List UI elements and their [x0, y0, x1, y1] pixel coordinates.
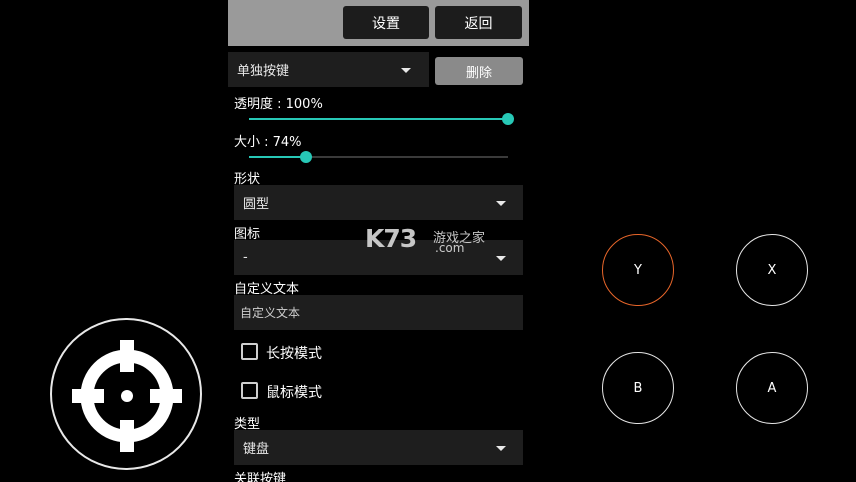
- delete-button[interactable]: 删除: [435, 57, 523, 85]
- crosshair-icon: [72, 340, 182, 452]
- b-button[interactable]: B: [602, 352, 674, 424]
- type-select-value: 键盘: [243, 442, 270, 457]
- mode-select-value: 单独按键: [237, 64, 290, 79]
- checkbox-box[interactable]: [241, 382, 258, 399]
- settings-button[interactable]: 设置: [343, 6, 429, 39]
- chevron-down-icon: [496, 256, 506, 261]
- icon-select-value: -: [243, 250, 248, 265]
- mouse-mode-label: 鼠标模式: [266, 385, 322, 401]
- long-press-label: 长按模式: [266, 346, 322, 362]
- custom-text-input[interactable]: 自定义文本: [234, 295, 523, 330]
- opacity-slider-thumb[interactable]: [502, 113, 514, 125]
- mode-select[interactable]: 单独按键: [228, 52, 429, 87]
- watermark-brand: K73: [365, 224, 417, 253]
- a-button[interactable]: A: [736, 352, 808, 424]
- joystick[interactable]: [50, 318, 202, 470]
- chevron-down-icon: [496, 201, 506, 206]
- type-select[interactable]: 键盘: [234, 430, 523, 465]
- y-button[interactable]: Y: [602, 234, 674, 306]
- size-label: 大小 : 74%: [234, 135, 302, 150]
- size-slider-thumb[interactable]: [299, 151, 312, 163]
- checkbox-box[interactable]: [241, 343, 258, 360]
- x-button[interactable]: X: [736, 234, 808, 306]
- opacity-label: 透明度 : 100%: [234, 97, 323, 112]
- chevron-down-icon: [496, 446, 506, 451]
- watermark-domain: .com: [435, 241, 465, 255]
- back-button[interactable]: 返回: [435, 6, 522, 39]
- custom-text-value: 自定义文本: [240, 306, 301, 320]
- shape-select[interactable]: 圆型: [234, 185, 523, 220]
- shape-select-value: 圆型: [243, 197, 270, 212]
- top-bar: 设置 返回: [228, 0, 529, 46]
- chevron-down-icon: [401, 68, 411, 73]
- bound-key-label: 关联按键: [234, 472, 287, 482]
